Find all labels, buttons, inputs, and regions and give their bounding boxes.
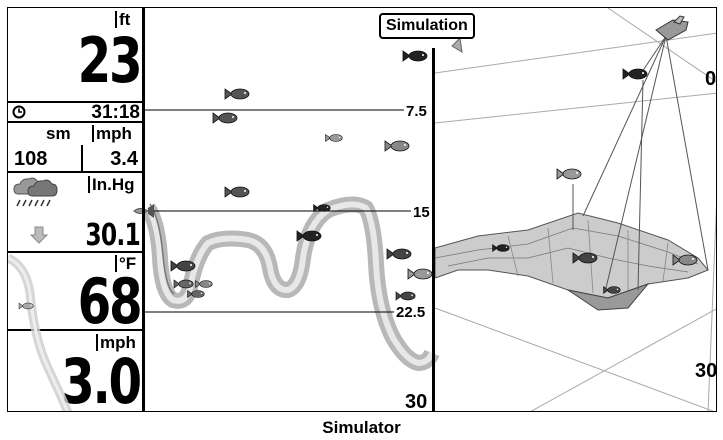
fish-icon <box>395 291 416 301</box>
fish-icon <box>173 279 194 289</box>
sonar-graphics <box>8 8 716 411</box>
fish-icon <box>224 88 250 100</box>
fish-icon <box>407 268 433 280</box>
depth-tick-7-5: 7.5 <box>406 103 427 120</box>
fish-icon <box>18 302 34 310</box>
depth-tick-22-5: 22.5 <box>396 304 426 321</box>
fish-icon <box>556 168 582 180</box>
fish-icon <box>170 260 196 272</box>
depth-tick-15: 15 <box>413 204 430 221</box>
3d-seafloor <box>434 212 709 311</box>
view-divider <box>432 48 435 411</box>
fish-icon <box>325 133 343 143</box>
depth-bottom-label: 30 <box>405 391 428 412</box>
fish-icon <box>622 68 648 80</box>
panel-divider <box>142 8 145 411</box>
3d-grid <box>434 8 716 411</box>
boat-icon <box>655 15 689 41</box>
sonar-screen: ft 23 31:18 sm mph 108 3.4 In.Hg 30.1 °F… <box>7 7 717 412</box>
fish-icon <box>212 112 238 124</box>
3d-bottom-depth-label: 30 <box>695 360 717 382</box>
fish-icon <box>224 186 250 198</box>
fish-icon <box>402 50 428 62</box>
figure-caption: Simulator <box>322 418 401 437</box>
3d-top-depth-label: 0 <box>705 68 717 90</box>
simulation-badge: Simulation <box>379 13 475 39</box>
fish-icon <box>384 140 410 152</box>
fish-icon <box>386 248 412 260</box>
